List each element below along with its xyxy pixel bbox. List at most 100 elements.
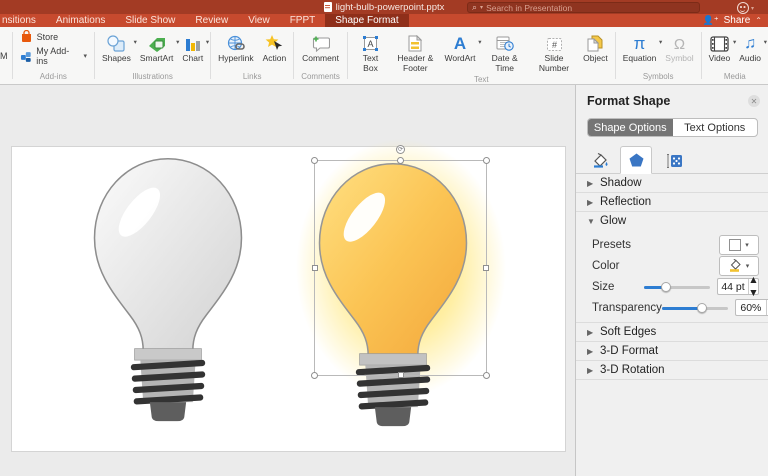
options-segmented-control: Shape Options Text Options [587, 118, 758, 137]
my-addins-caret-icon: ▾ [84, 52, 88, 60]
transparency-value-field[interactable]: 60% ▲▼ [735, 299, 768, 316]
slide-canvas[interactable]: ⟳ [0, 85, 576, 476]
tab-shape-format[interactable]: Shape Format [325, 14, 408, 27]
slide[interactable]: ⟳ [11, 146, 566, 452]
collapse-ribbon-icon[interactable]: ⌃ [755, 16, 762, 25]
text-options-tab[interactable]: Text Options [673, 119, 758, 136]
soft-edges-label: Soft Edges [600, 326, 656, 338]
section-reflection[interactable]: ▶ Reflection [576, 192, 768, 211]
handle-top-left[interactable] [311, 157, 318, 164]
rotation-handle[interactable]: ⟳ [396, 145, 405, 154]
my-addins-button[interactable]: My Add-ins ▾ [20, 46, 87, 66]
hyperlink-icon [227, 35, 245, 52]
header-footer-icon [408, 35, 422, 52]
transparency-label: Transparency [592, 302, 662, 314]
group-label-symbols: Symbols [643, 72, 674, 81]
handle-top-center[interactable] [397, 157, 404, 164]
size-label: Size [592, 281, 614, 293]
handle-top-right[interactable] [483, 157, 490, 164]
effects-tab[interactable] [620, 146, 652, 174]
stepper-up-icon: ▲ [748, 274, 758, 287]
fill-line-tab[interactable] [588, 148, 612, 174]
tab-slide-show[interactable]: Slide Show [115, 14, 185, 27]
shapes-label: Shapes [102, 54, 131, 64]
tab-view[interactable]: View [238, 14, 280, 27]
slide-number-label: Slide Number [534, 54, 574, 74]
date-time-button[interactable]: Date & Time [485, 30, 525, 74]
glow-presets-button[interactable]: ▾ [719, 235, 759, 255]
section-soft-edges[interactable]: ▶ Soft Edges [576, 322, 768, 341]
search-scope-caret-icon[interactable]: ▾ [480, 4, 483, 11]
action-label: Action [263, 54, 287, 64]
size-slider[interactable] [644, 281, 710, 292]
shapes-icon [106, 35, 126, 52]
slide-number-icon: # [546, 37, 563, 52]
text-box-button[interactable]: A Text Box [355, 30, 386, 74]
comment-icon [311, 35, 330, 52]
shapes-caret-icon: ▾ [134, 38, 137, 46]
tab-review[interactable]: Review [185, 14, 238, 27]
object-button[interactable]: Object [583, 30, 608, 64]
slide-number-button[interactable]: # Slide Number [534, 30, 574, 74]
format-category-tabs [576, 146, 768, 174]
ribbon-tab-bar: nsitions Animations Slide Show Review Vi… [0, 14, 768, 27]
comment-button[interactable]: Comment [302, 30, 339, 64]
store-button[interactable]: Store [20, 30, 59, 43]
tab-fppt[interactable]: FPPT [280, 14, 326, 27]
section-3d-format[interactable]: ▶ 3-D Format [576, 341, 768, 360]
glow-size-row: Size 44 pt ▲▼ [576, 276, 768, 297]
video-label: Video [709, 54, 731, 64]
handle-bottom-left[interactable] [311, 372, 318, 379]
group-label-illustrations: Illustrations [132, 72, 172, 81]
close-panel-icon[interactable]: ✕ [748, 95, 760, 107]
wordart-button[interactable]: A ▾ WordArt [444, 30, 475, 64]
glow-color-button[interactable]: ▾ [719, 256, 759, 276]
search-placeholder: Search in Presentation [486, 3, 572, 13]
audio-icon: ♫ [744, 36, 756, 52]
transparency-slider-thumb[interactable] [697, 303, 707, 313]
tab-transitions-partial[interactable]: nsitions [0, 14, 46, 27]
search-input[interactable]: ⌕ ▾ Search in Presentation [467, 2, 700, 13]
symbol-button[interactable]: Ω Symbol [665, 30, 693, 64]
equation-label: Equation [623, 54, 657, 64]
action-button[interactable]: Action [263, 30, 287, 64]
chart-button[interactable]: ▾ Chart [182, 30, 203, 64]
section-glow[interactable]: ▼ Glow [576, 211, 768, 230]
disclosure-icon: ▶ [587, 179, 595, 188]
transparency-value: 60% [736, 302, 766, 314]
smartart-caret-icon: ▾ [176, 38, 179, 46]
equation-button[interactable]: π ▾ Equation [623, 30, 657, 64]
presets-label: Presets [592, 239, 631, 251]
smartart-button[interactable]: ▾ SmartArt [140, 30, 174, 64]
date-time-label: Date & Time [485, 54, 525, 74]
size-properties-icon [666, 153, 683, 169]
handle-right-center[interactable] [483, 265, 489, 271]
tab-animations[interactable]: Animations [46, 14, 115, 27]
hyperlink-button[interactable]: Hyperlink [218, 30, 253, 64]
header-footer-button[interactable]: Header & Footer [395, 30, 435, 74]
section-3d-rotation[interactable]: ▶ 3-D Rotation [576, 360, 768, 379]
size-slider-thumb[interactable] [661, 282, 671, 292]
video-button[interactable]: ▾ Video [709, 30, 731, 64]
group-label-addins: Add-ins [40, 72, 67, 81]
handle-bottom-right[interactable] [483, 372, 490, 379]
handle-bottom-center[interactable] [398, 372, 404, 378]
section-shadow[interactable]: ▶ Shadow [576, 174, 768, 192]
feedback-button[interactable]: ▾ [737, 2, 754, 14]
transparency-slider[interactable] [662, 302, 728, 313]
audio-button[interactable]: ♫ ▾ Audio [739, 30, 761, 64]
clipped-ribbon-fragment: M [0, 27, 12, 84]
object-icon [587, 35, 603, 52]
selection-box[interactable]: ⟳ [314, 160, 487, 376]
size-properties-tab[interactable] [662, 148, 686, 174]
share-button[interactable]: 👤⁺ Share ⌃ [703, 14, 762, 27]
light-bulb-off[interactable] [86, 153, 250, 425]
reflection-label: Reflection [600, 196, 651, 208]
shape-options-tab[interactable]: Shape Options [588, 119, 673, 136]
size-stepper[interactable]: ▲▼ [748, 279, 758, 294]
share-person-icon: 👤⁺ [703, 15, 719, 26]
size-value-field[interactable]: 44 pt ▲▼ [717, 278, 759, 295]
shapes-button[interactable]: ▾ Shapes [102, 30, 131, 64]
handle-left-center[interactable] [312, 265, 318, 271]
color-caret-icon: ▾ [746, 262, 750, 270]
